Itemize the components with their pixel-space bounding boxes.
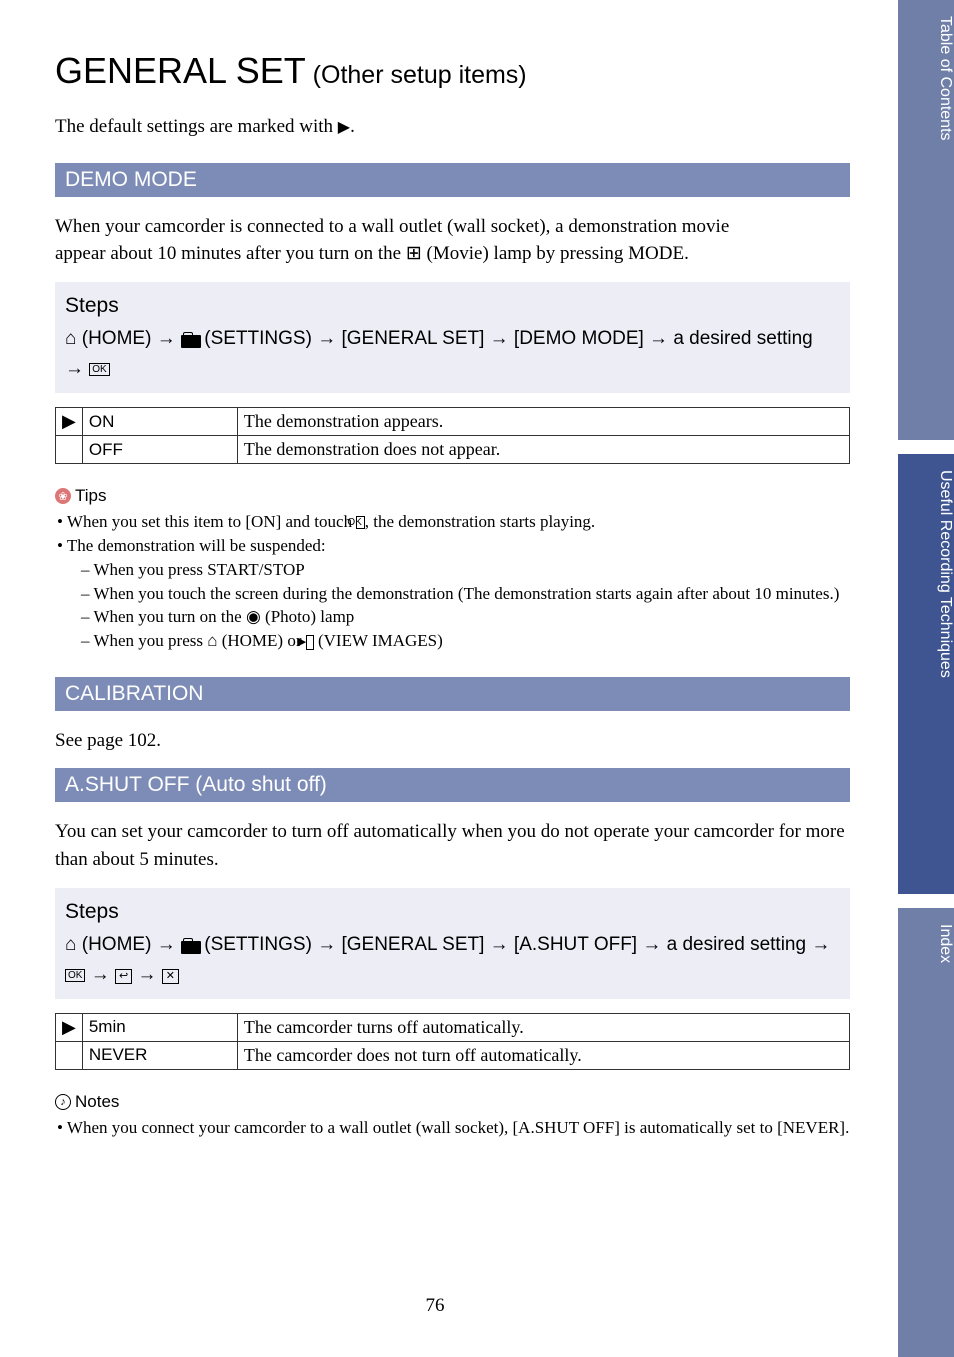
page-title: GENERAL SET (Other setup items) <box>55 50 870 92</box>
camera-icon: ◉ <box>246 607 261 626</box>
tab-techniques[interactable]: Useful Recording Techniques <box>898 454 954 894</box>
ok-icon: OK <box>356 516 364 529</box>
tab-label: Index <box>898 908 954 1357</box>
option-desc: The demonstration does not appear. <box>237 436 849 464</box>
table-row: OFF The demonstration does not appear. <box>56 436 850 464</box>
option-name: ON <box>82 408 237 436</box>
list-item: • When you connect your camcorder to a w… <box>55 1116 850 1140</box>
list-item: • The demonstration will be suspended: <box>55 534 850 558</box>
notes-heading: ♪ Notes <box>55 1092 870 1112</box>
notes-icon: ♪ <box>55 1094 71 1110</box>
settings-icon <box>181 332 199 346</box>
side-tabs: Table of Contents Useful Recording Techn… <box>898 0 954 1357</box>
list-item: – When you turn on the ◉ (Photo) lamp <box>55 605 850 629</box>
demo-description: When your camcorder is connected to a wa… <box>55 213 850 268</box>
ashutoff-options-table: ▶ 5min The camcorder turns off automatic… <box>55 1013 850 1070</box>
demo-options-table: ▶ ON The demonstration appears. OFF The … <box>55 407 850 464</box>
home-icon: ⌂ <box>65 934 76 955</box>
table-row: ▶ ON The demonstration appears. <box>56 408 850 436</box>
list-item: • When you set this item to [ON] and tou… <box>55 510 850 534</box>
back-icon: ↩ <box>115 969 132 984</box>
default-mark: ▶ <box>56 1013 83 1041</box>
table-row: ▶ 5min The camcorder turns off automatic… <box>56 1013 850 1041</box>
ashutoff-notes-list: • When you connect your camcorder to a w… <box>55 1116 850 1140</box>
option-desc: The demonstration appears. <box>237 408 849 436</box>
section-heading-ashutoff: A.SHUT OFF (Auto shut off) <box>55 768 850 802</box>
intro-text: The default settings are marked with ▶. <box>55 114 870 141</box>
home-icon: ⌂ <box>65 328 76 349</box>
table-row: NEVER The camcorder does not turn off au… <box>56 1041 850 1069</box>
ashutoff-steps-path: ⌂ (HOME) → (SETTINGS) → [GENERAL SET] → … <box>65 930 840 989</box>
title-big: GENERAL SET <box>55 50 306 91</box>
ashutoff-steps-box: Steps ⌂ (HOME) → (SETTINGS) → [GENERAL S… <box>55 888 850 999</box>
ok-icon: OK <box>89 363 109 376</box>
title-sub: (Other setup items) <box>306 61 527 89</box>
option-name: 5min <box>82 1013 237 1041</box>
tab-label: Useful Recording Techniques <box>898 454 954 894</box>
play-icon: ▶ <box>306 635 314 650</box>
tab-toc[interactable]: Table of Contents <box>898 0 954 440</box>
tab-index[interactable]: Index <box>898 908 954 1357</box>
page-number: 76 <box>0 1295 870 1317</box>
triangle-icon: ▶ <box>338 119 350 136</box>
option-desc: The camcorder does not turn off automati… <box>237 1041 849 1069</box>
ashutoff-description: You can set your camcorder to turn off a… <box>55 818 850 873</box>
calibration-description: See page 102. <box>55 727 850 755</box>
demo-steps-path: ⌂ (HOME) → (SETTINGS) → [GENERAL SET] → … <box>65 324 840 383</box>
option-desc: The camcorder turns off automatically. <box>237 1013 849 1041</box>
tips-heading: ❀ Tips <box>55 486 870 506</box>
tips-icon: ❀ <box>55 488 71 504</box>
default-mark <box>56 1041 83 1069</box>
section-heading-demo: DEMO MODE <box>55 163 850 197</box>
option-name: NEVER <box>82 1041 237 1069</box>
default-mark <box>56 436 83 464</box>
tab-label: Table of Contents <box>898 0 954 440</box>
list-item: – When you press START/STOP <box>55 558 850 582</box>
list-item: – When you touch the screen during the d… <box>55 582 850 606</box>
default-mark: ▶ <box>56 408 83 436</box>
steps-title: Steps <box>65 896 840 929</box>
demo-steps-box: Steps ⌂ (HOME) → (SETTINGS) → [GENERAL S… <box>55 282 850 393</box>
movie-icon: ⊞ <box>406 243 422 264</box>
list-item: – When you press ⌂ (HOME) or ▶ (VIEW IMA… <box>55 629 850 653</box>
section-heading-calibration: CALIBRATION <box>55 677 850 711</box>
demo-tips-list: • When you set this item to [ON] and tou… <box>55 510 850 653</box>
home-icon: ⌂ <box>207 631 217 650</box>
settings-icon <box>181 938 199 952</box>
option-name: OFF <box>82 436 237 464</box>
ok-icon: OK <box>65 969 85 982</box>
steps-title: Steps <box>65 290 840 323</box>
close-icon: ✕ <box>162 969 179 984</box>
